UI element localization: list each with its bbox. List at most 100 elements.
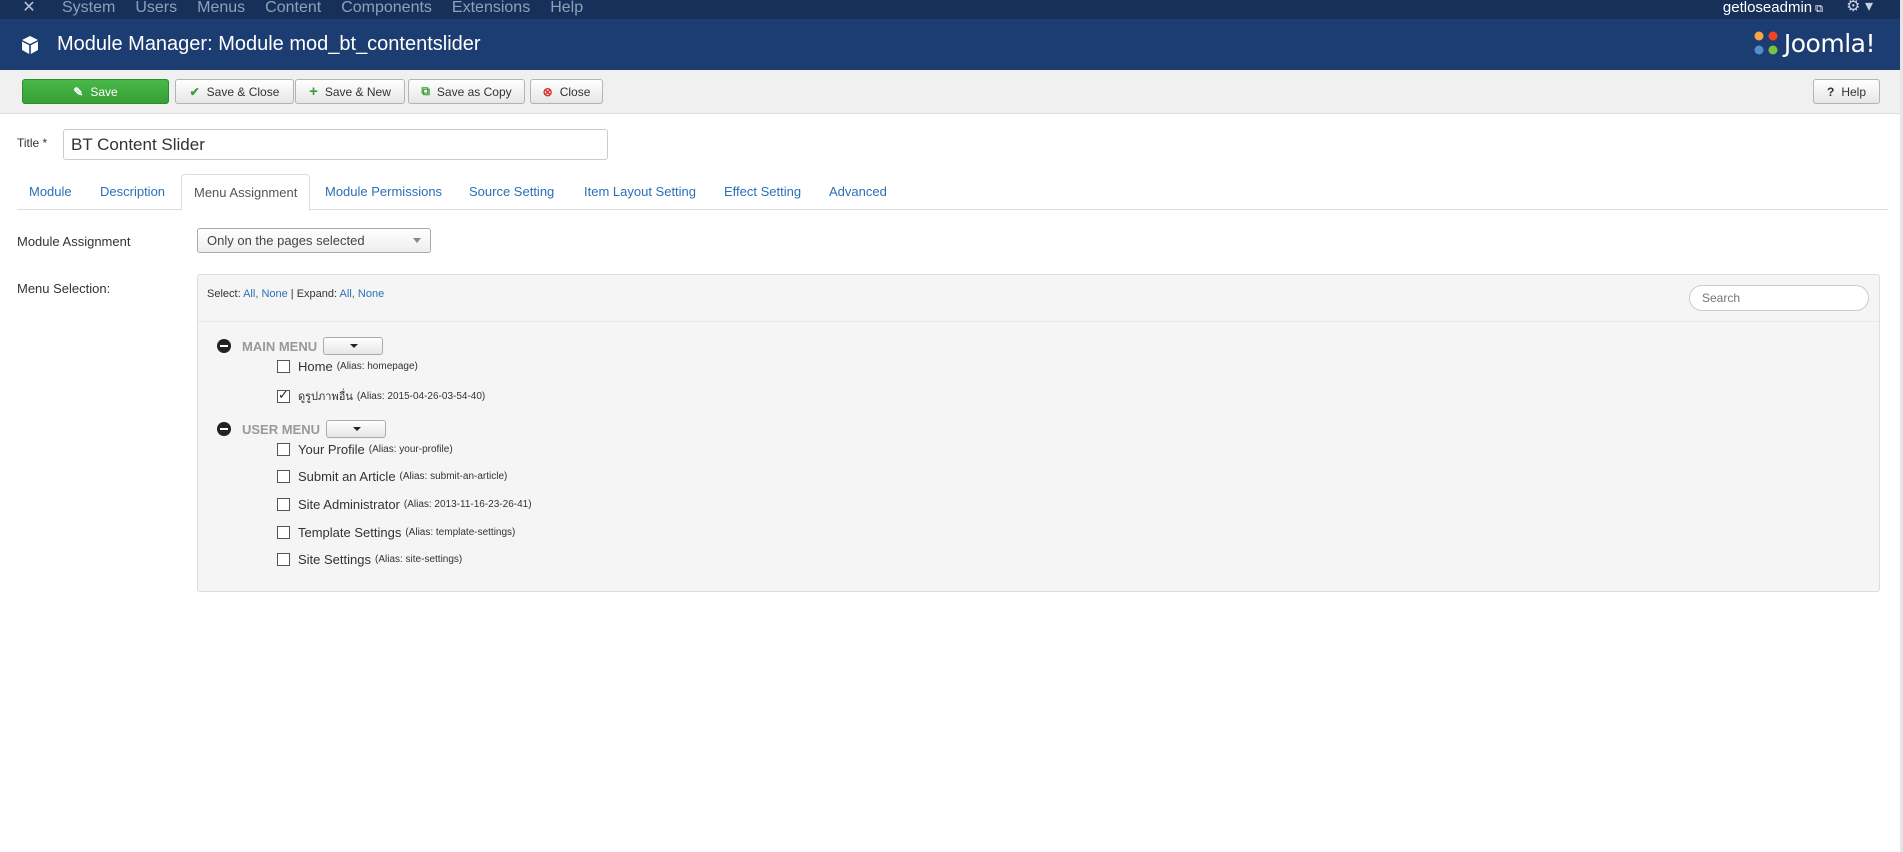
menu-item-alias: (Alias: homepage) — [336, 361, 418, 372]
menu-item-alias: (Alias: 2013-11-16-23-26-41) — [403, 499, 532, 510]
menu-item-alias: (Alias: template-settings) — [405, 527, 516, 538]
close-button[interactable]: ⊗ Close — [530, 79, 603, 104]
joomla-icon[interactable]: ✕ — [20, 0, 38, 17]
joomla-logo: Joomla! — [1752, 28, 1876, 58]
menu-search-input[interactable] — [1689, 285, 1869, 311]
menu-extensions[interactable]: Extensions — [452, 0, 530, 17]
menu-item-label: Site Administrator — [298, 497, 400, 512]
module-assignment-value: Only on the pages selected — [207, 233, 365, 248]
cube-icon — [22, 36, 38, 54]
menu-item-alias: (Alias: your-profile) — [368, 444, 453, 455]
menu-item-alias: (Alias: 2015-04-26-03-54-40) — [356, 390, 486, 402]
plus-icon: + — [309, 83, 318, 100]
select-none-link[interactable]: None — [261, 288, 287, 300]
menu-group-dropdown[interactable] — [323, 337, 384, 355]
edit-icon: ✎ — [73, 84, 84, 99]
menu-system[interactable]: System — [62, 0, 115, 17]
menu-item-alias: (Alias: submit-an-article) — [399, 471, 508, 482]
menu-item: Home (Alias: homepage) — [277, 359, 418, 374]
external-link-icon: ⧉ — [1815, 3, 1823, 15]
tab-menu-assignment[interactable]: Menu Assignment — [181, 174, 311, 211]
menu-selection-panel: Select: All, None | Expand: All, None MA… — [197, 274, 1880, 592]
top-menu: System Users Menus Content Components Ex… — [62, 0, 603, 17]
title-label: Title * — [17, 136, 48, 150]
menu-item: Site Administrator (Alias: 2013-11-16-23… — [277, 497, 532, 512]
copy-icon: ⧉ — [421, 84, 430, 98]
chevron-down-icon — [413, 238, 421, 243]
menu-item-label: Submit an Article — [298, 469, 396, 484]
menu-group-dropdown[interactable] — [326, 420, 387, 438]
save-close-button[interactable]: ✔ Save & Close — [175, 79, 294, 104]
tab-description[interactable]: Description — [88, 174, 177, 210]
joomla-wordmark: Joomla! — [1783, 28, 1876, 58]
menu-item: Submit an Article (Alias: submit-an-arti… — [277, 469, 507, 484]
close-label: Close — [559, 84, 591, 99]
menu-item-checkbox[interactable] — [277, 443, 290, 456]
tab-item-layout-setting[interactable]: Item Layout Setting — [572, 174, 708, 210]
user-link[interactable]: getloseadmin ⧉ — [1723, 0, 1823, 19]
menu-item-checkbox[interactable] — [277, 470, 290, 483]
select-expand-controls: Select: All, None | Expand: All, None — [207, 288, 384, 300]
menu-item: Template Settings (Alias: template-setti… — [277, 525, 515, 540]
menu-help[interactable]: Help — [550, 0, 583, 17]
menu-selection-label: Menu Selection: — [17, 281, 111, 296]
menu-item: Site Settings (Alias: site-settings) — [277, 552, 462, 567]
tab-module-permissions[interactable]: Module Permissions — [313, 174, 454, 210]
page-title: Module Manager: Module mod_bt_contentsli… — [57, 33, 481, 55]
menu-components[interactable]: Components — [341, 0, 432, 17]
help-label: Help — [1841, 84, 1867, 99]
check-icon: ✔ — [189, 84, 200, 99]
menu-item-label: Template Settings — [298, 525, 402, 540]
collapse-icon[interactable] — [217, 422, 231, 436]
save-new-button[interactable]: + Save & New — [295, 79, 405, 104]
menu-content[interactable]: Content — [265, 0, 321, 17]
tab-source-setting[interactable]: Source Setting — [457, 174, 566, 210]
menu-item-checkbox[interactable] — [277, 360, 290, 373]
toolbar: ✎ Save ✔ Save & Close + Save & New ⧉ Save as… — [0, 70, 1903, 114]
module-assignment-select[interactable]: Only on the pages selected — [197, 228, 431, 253]
menu-item-label: Your Profile — [298, 442, 365, 457]
save-copy-button[interactable]: ⧉ Save as Copy — [408, 79, 525, 104]
close-circle-icon: ⊗ — [542, 84, 553, 99]
menu-item-checkbox[interactable] — [277, 498, 290, 511]
menu-group-name: USER MENU — [242, 421, 321, 437]
username: getloseadmin — [1722, 0, 1813, 16]
menu-item-label: Site Settings — [298, 552, 371, 567]
menu-menus[interactable]: Menus — [197, 0, 245, 17]
top-navbar: ✕ System Users Menus Content Components … — [0, 0, 1903, 19]
tab-module[interactable]: Module — [17, 174, 84, 210]
gear-icon[interactable]: ⚙ ▾ — [1846, 0, 1873, 16]
menu-users[interactable]: Users — [135, 0, 177, 17]
menu-item-checkbox[interactable] — [277, 526, 290, 539]
question-icon: ? — [1826, 84, 1835, 99]
panel-divider — [198, 321, 1879, 322]
menu-item-checkbox[interactable] — [277, 553, 290, 566]
menu-item: Your Profile (Alias: your-profile) — [277, 442, 453, 457]
menu-group-main: MAIN MENU — [217, 337, 384, 355]
tab-bar: Module Description Menu Assignment Modul… — [17, 174, 1888, 211]
menu-group-user: USER MENU — [217, 420, 387, 438]
expand-none-link[interactable]: None — [358, 288, 384, 300]
expand-label: Expand: — [296, 288, 338, 300]
save-label: Save — [90, 84, 118, 99]
select-label: Select: — [207, 288, 241, 300]
menu-item: ดูรูปภาพอื่น (Alias: 2015-04-26-03-54-40… — [277, 387, 485, 405]
tab-advanced[interactable]: Advanced — [817, 174, 899, 210]
page-header: Module Manager: Module mod_bt_contentsli… — [0, 19, 1903, 70]
menu-group-name: MAIN MENU — [242, 338, 318, 354]
save-copy-label: Save as Copy — [436, 84, 512, 99]
save-new-label: Save & New — [324, 84, 391, 99]
module-assignment-label: Module Assignment — [17, 234, 131, 249]
select-all-link[interactable]: All, — [243, 288, 258, 300]
menu-item-label: Home — [298, 359, 333, 374]
save-button[interactable]: ✎ Save — [22, 79, 169, 104]
help-button[interactable]: ? Help — [1813, 79, 1880, 104]
collapse-icon[interactable] — [217, 339, 231, 353]
title-input[interactable] — [63, 129, 608, 160]
menu-item-checkbox[interactable] — [277, 388, 290, 403]
joomla-logo-icon — [1754, 31, 1778, 55]
controls-separator: | — [290, 288, 294, 300]
menu-item-alias: (Alias: site-settings) — [375, 554, 463, 565]
tab-effect-setting[interactable]: Effect Setting — [712, 174, 813, 210]
expand-all-link[interactable]: All, — [340, 288, 355, 300]
